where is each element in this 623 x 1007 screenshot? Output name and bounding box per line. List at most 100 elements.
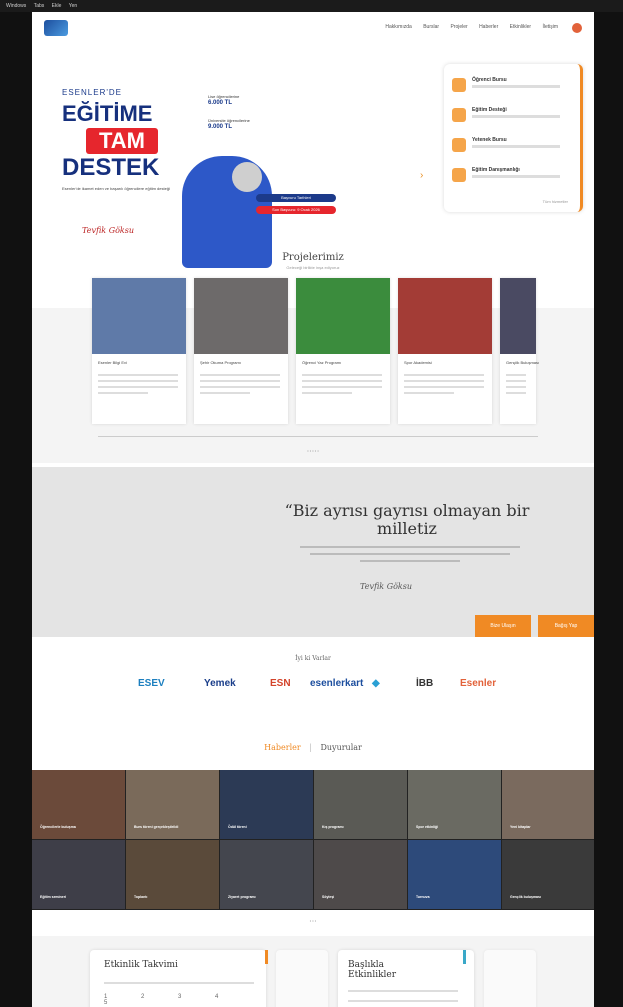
- signature: Tevfik Göksu: [82, 226, 135, 235]
- contact-button[interactable]: Bize Ulaşın: [475, 615, 531, 637]
- nav-item[interactable]: Hakkımızda: [385, 24, 411, 30]
- tab-news[interactable]: Haberler: [264, 743, 301, 752]
- news-tile[interactable]: Burs töreni gerçekleştirildi: [126, 770, 219, 839]
- project-title: Gençlik Buluşması: [506, 360, 540, 365]
- calendar-days[interactable]: 1 2 3 4 5: [104, 994, 266, 1006]
- grant-2-amount: 9.000 TL: [208, 124, 233, 130]
- quote-text: “Biz ayrısı gayrısı olmayan bir milletiz: [284, 501, 530, 538]
- search-icon[interactable]: [572, 23, 582, 33]
- project-card[interactable]: Öğrenci Yaz Programı: [296, 278, 390, 424]
- site-logo[interactable]: [44, 20, 68, 36]
- nav-item[interactable]: Haberler: [479, 24, 498, 30]
- news-tile[interactable]: Öğrencilerle buluşma: [32, 770, 125, 839]
- topbar-item[interactable]: Yen: [69, 0, 77, 12]
- announce-side-card: [484, 950, 536, 1007]
- book-icon: [452, 108, 466, 122]
- news-tile[interactable]: Ziyaret programı: [220, 840, 313, 909]
- news-tile[interactable]: Yeni kitaplar: [502, 770, 594, 839]
- news-tile[interactable]: Söyleşi: [314, 840, 407, 909]
- project-title: Şehir Okuma Programı: [200, 360, 241, 365]
- tab-separator: |: [309, 743, 312, 752]
- news-tabs: Haberler | Duyurular: [32, 743, 594, 752]
- calendar-title: Etkinlik Takvimi: [104, 960, 178, 970]
- news-caption: Burs töreni gerçekleştirildi: [134, 825, 179, 829]
- topbar-item[interactable]: Tabs: [34, 0, 45, 12]
- chat-icon: [452, 168, 466, 182]
- nav-item[interactable]: Etkinlikler: [510, 24, 531, 30]
- page: Hakkımızda Burslar Projeler Haberler Etk…: [32, 12, 594, 1007]
- panel-item[interactable]: Öğrenci Bursu: [452, 74, 572, 100]
- hero-title-2: DESTEK: [62, 154, 160, 181]
- system-top-bar: Windows Tabs Ekle Yen: [0, 0, 623, 12]
- news-tile[interactable]: Toplantı: [126, 840, 219, 909]
- project-card[interactable]: Şehir Okuma Programı: [194, 278, 288, 424]
- project-image: [500, 278, 536, 354]
- news-tile[interactable]: Eğitim semineri: [32, 840, 125, 909]
- grant-info: Lise öğrencilerine 6.000 TL Üniversite ö…: [208, 94, 250, 130]
- services-panel: Öğrenci Bursu Eğitim Desteği Yetenek Bur…: [444, 64, 583, 212]
- project-title: Spor Akademisi: [404, 360, 432, 365]
- nav-item[interactable]: Projeler: [450, 24, 467, 30]
- topbar-item[interactable]: Windows: [6, 0, 26, 12]
- news-caption: Öğrencilerle buluşma: [40, 825, 76, 829]
- carousel-dots[interactable]: • • • • •: [32, 448, 594, 453]
- project-card[interactable]: Esenler Bilgi Evi: [92, 278, 186, 424]
- star-icon: [452, 138, 466, 152]
- calendar-card: Etkinlik Takvimi 1 2 3 4 5: [90, 950, 268, 1007]
- panel-item[interactable]: Eğitim Danışmanlığı: [452, 164, 572, 190]
- site-header: Hakkımızda Burslar Projeler Haberler Etk…: [32, 12, 594, 45]
- announce-card: Başlıkla Etkinlikler: [338, 950, 474, 1007]
- chevron-right-icon[interactable]: ›: [420, 170, 423, 181]
- news-caption: Gençlik buluşması: [510, 895, 541, 899]
- main-nav: Hakkımızda Burslar Projeler Haberler Etk…: [375, 24, 558, 30]
- panel-more-link[interactable]: Tüm hizmetler: [543, 199, 568, 204]
- deadline-pill: Son Başvuru: 9 Ocak 2026: [256, 206, 336, 214]
- partner-logo[interactable]: Yemek: [204, 678, 236, 689]
- partner-logo[interactable]: İBB: [416, 678, 433, 689]
- partner-logo[interactable]: ESN: [270, 678, 291, 689]
- news-grid: Öğrencilerle buluşma Burs töreni gerçekle…: [32, 770, 594, 910]
- news-caption: Yeni kitaplar: [510, 825, 531, 829]
- project-title: Esenler Bilgi Evi: [98, 360, 127, 365]
- dates-pill: Başvuru Tarihleri: [256, 194, 336, 202]
- tab-announcements[interactable]: Duyurular: [320, 743, 361, 752]
- news-caption: Kış programı: [322, 825, 344, 829]
- partner-logo[interactable]: ◆: [372, 678, 380, 689]
- hero-top: ESENLER'DE: [62, 88, 122, 97]
- news-pager[interactable]: • • •: [32, 918, 594, 923]
- panel-item[interactable]: Yetenek Bursu: [452, 134, 572, 160]
- panel-item[interactable]: Eğitim Desteği: [452, 104, 572, 130]
- hero-title-highlight: TAM: [86, 128, 158, 154]
- news-caption: Eğitim semineri: [40, 895, 67, 899]
- quote-signature: Tevfik Göksu: [360, 582, 413, 591]
- partner-logo[interactable]: ESEV: [138, 678, 165, 689]
- news-tile[interactable]: Turnuva: [408, 840, 501, 909]
- nav-item[interactable]: İletişim: [542, 24, 558, 30]
- news-tile[interactable]: Gençlik buluşması: [502, 840, 594, 909]
- news-caption: Söyleşi: [322, 895, 335, 899]
- hero-description: Esenler'de ikamet eden ve başarılı öğren…: [62, 186, 170, 191]
- calendar-side-card: [276, 950, 328, 1007]
- project-image: [398, 278, 492, 354]
- project-card[interactable]: Gençlik Buluşması: [500, 278, 539, 424]
- news-caption: Spor etkinliği: [416, 825, 439, 829]
- carousel-scrollbar[interactable]: [98, 436, 538, 437]
- student-icon: [452, 78, 466, 92]
- news-tile[interactable]: Spor etkinliği: [408, 770, 501, 839]
- project-image: [296, 278, 390, 354]
- projects-subtitle: Geleceği birlikte inşa ediyoruz: [286, 265, 340, 270]
- partner-logo[interactable]: esenlerkart: [310, 678, 363, 689]
- news-tile[interactable]: Ödül töreni: [220, 770, 313, 839]
- news-caption: Ödül töreni: [228, 825, 247, 829]
- nav-item[interactable]: Burslar: [423, 24, 439, 30]
- donate-button[interactable]: Bağış Yap: [538, 615, 594, 637]
- news-caption: Turnuva: [416, 895, 430, 899]
- news-caption: Ziyaret programı: [228, 895, 256, 899]
- partners-title: İyi ki Varlar: [295, 655, 331, 662]
- project-card[interactable]: Spor Akademisi: [398, 278, 492, 424]
- partner-logo[interactable]: Esenler: [460, 678, 496, 689]
- project-title: Öğrenci Yaz Programı: [302, 360, 342, 365]
- project-image: [92, 278, 186, 354]
- topbar-item[interactable]: Ekle: [52, 0, 62, 12]
- news-tile[interactable]: Kış programı: [314, 770, 407, 839]
